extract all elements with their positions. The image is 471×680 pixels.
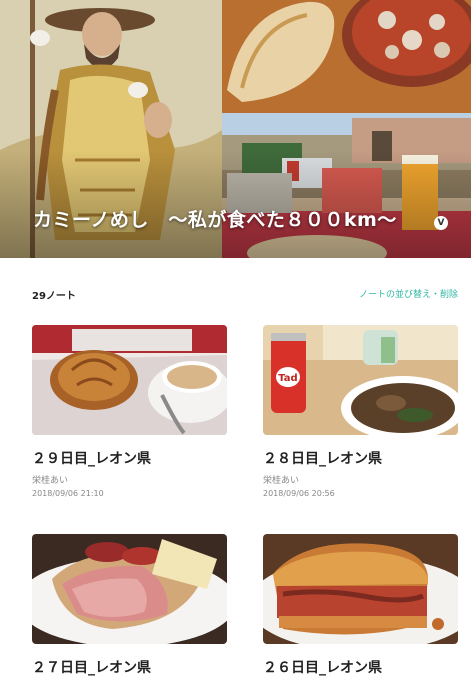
note-author: 栄桂あい (32, 476, 69, 486)
empanada-photo (263, 534, 458, 644)
note-card[interactable]: Tad ２８日目_レオン県 栄桂あい 2018/09/06 20:56 (263, 325, 458, 498)
magazine-title: カミーノめし ～私が食べた８００km～ (33, 209, 397, 231)
note-card[interactable]: ２７日目_レオン県 (32, 534, 227, 676)
magazine-header-image: カミーノめし ～私が食べた８００km～ V (0, 0, 471, 258)
creator-badge-icon: V (434, 216, 448, 230)
note-title: ２７日目_レオン県 (32, 660, 151, 676)
note-date: 2018/09/06 20:56 (263, 489, 335, 498)
note-card[interactable]: ２９日目_レオン県 栄桂あい 2018/09/06 21:10 (32, 325, 227, 498)
soda-mushroom-photo: Tad (263, 325, 458, 435)
pastry-coffee-photo (32, 325, 227, 435)
bread-octopus-illustration (222, 0, 471, 113)
note-thumbnail (32, 325, 227, 435)
note-title: ２６日目_レオン県 (263, 660, 382, 676)
note-count: 29ノート (32, 291, 76, 302)
jamon-chorizo-photo (32, 534, 227, 644)
note-title: ２８日目_レオン県 (263, 451, 382, 467)
note-title: ２９日目_レオン県 (32, 451, 151, 467)
hero-gradient-overlay (0, 150, 471, 258)
can-brand-label: Tad (278, 373, 297, 384)
note-thumbnail (263, 534, 458, 644)
note-card[interactable]: ２６日目_レオン県 (263, 534, 458, 676)
note-thumbnail (32, 534, 227, 644)
note-thumbnail: Tad (263, 325, 458, 435)
note-author: 栄桂あい (263, 476, 300, 486)
sort-delete-notes-link[interactable]: ノートの並び替え・削除 (359, 287, 458, 300)
bread-and-octopus-image (222, 0, 471, 113)
note-date: 2018/09/06 21:10 (32, 489, 104, 498)
